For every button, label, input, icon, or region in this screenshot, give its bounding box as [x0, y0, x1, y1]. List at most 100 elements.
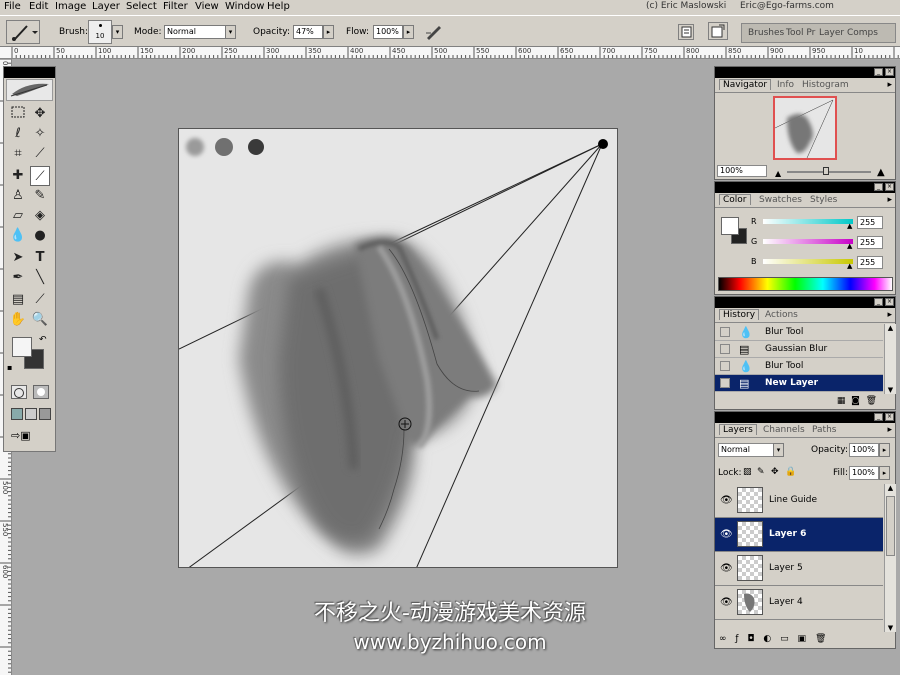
history-item-current[interactable]: ▤ New Layer	[715, 375, 883, 392]
tab-layers[interactable]: Layers	[719, 424, 757, 435]
color-title-bar[interactable]: _ ×	[715, 182, 895, 193]
visibility-eye-icon[interactable]: 👁	[720, 529, 733, 540]
slider-thumb-icon[interactable]: ▲	[847, 222, 852, 230]
zoom-in-icon[interactable]: ▲	[877, 167, 885, 178]
lasso-tool-icon[interactable]: ℓ	[8, 124, 28, 144]
brush-dropdown-icon[interactable]: ▾	[112, 25, 123, 39]
channel-slider[interactable]	[763, 239, 853, 244]
well-tab-brushes[interactable]: Brushes	[748, 28, 784, 38]
fill-field[interactable]: 100%	[849, 466, 879, 480]
history-source-checkbox[interactable]	[720, 361, 730, 371]
tab-info[interactable]: Info	[777, 80, 794, 90]
opacity-slider-icon[interactable]: ▸	[323, 25, 334, 39]
magic-wand-tool-icon[interactable]: ✧	[30, 124, 50, 144]
mode-dropdown-icon[interactable]: ▾	[225, 25, 236, 39]
layer-row[interactable]: 👁 Layer 5	[715, 552, 883, 586]
history-brush-tool-icon[interactable]: ✎	[30, 186, 50, 206]
jump-to-imageready-icon[interactable]: ⇨▣	[11, 429, 47, 445]
marquee-tool-icon[interactable]	[8, 104, 28, 124]
close-icon[interactable]: ×	[885, 298, 894, 306]
close-icon[interactable]: ×	[885, 68, 894, 76]
menu-edit[interactable]: Edit	[29, 1, 48, 12]
layer-row-selected[interactable]: 👁 Layer 6	[715, 518, 883, 552]
lock-position-icon[interactable]: ✥	[771, 467, 779, 477]
toolbox-title-bar[interactable]	[4, 67, 55, 78]
history-source-checkbox[interactable]	[720, 327, 730, 337]
layer-row[interactable]: 👁 Line Guide	[715, 484, 883, 518]
channel-slider[interactable]	[763, 259, 853, 264]
layer-opacity-slider-icon[interactable]: ▸	[879, 443, 890, 457]
zoom-out-icon[interactable]: ▲	[775, 169, 781, 178]
channel-value-field[interactable]: 255	[857, 216, 883, 229]
slice-tool-icon[interactable]: ⟋	[30, 144, 50, 164]
zoom-tool-icon[interactable]: 🔍	[30, 310, 50, 330]
history-scrollbar[interactable]: ▲ ▼	[884, 324, 896, 394]
slider-thumb-icon[interactable]: ▲	[847, 242, 852, 250]
minimize-icon[interactable]: _	[874, 298, 883, 306]
clone-stamp-tool-icon[interactable]: ♙	[8, 186, 28, 206]
standard-mode-icon[interactable]	[11, 385, 27, 399]
tab-actions[interactable]: Actions	[765, 310, 798, 320]
minimize-icon[interactable]: _	[874, 183, 883, 191]
swap-colors-icon[interactable]: ↶	[39, 335, 47, 345]
lock-transparency-icon[interactable]: ▨	[743, 467, 752, 477]
menu-layer[interactable]: Layer	[92, 1, 120, 12]
history-item[interactable]: 💧 Blur Tool	[715, 358, 883, 375]
menu-select[interactable]: Select	[126, 1, 157, 12]
tab-navigator[interactable]: Navigator	[719, 79, 772, 90]
blend-mode-dropdown-icon[interactable]: ▾	[773, 443, 784, 457]
menu-filter[interactable]: Filter	[163, 1, 188, 12]
tab-history[interactable]: History	[719, 309, 760, 320]
screen-mode-standard-icon[interactable]	[11, 408, 23, 420]
default-colors-icon[interactable]: ▪	[7, 363, 12, 372]
eyedropper-tool-icon[interactable]: ⟋	[30, 290, 50, 310]
color-spectrum-bar[interactable]	[718, 277, 893, 291]
well-tab-tool-presets[interactable]: Tool Pr	[786, 28, 815, 38]
quick-mask-icon[interactable]	[33, 385, 49, 399]
visibility-eye-icon[interactable]: 👁	[720, 495, 733, 506]
hand-tool-icon[interactable]: ✋	[8, 310, 28, 330]
blur-tool-icon[interactable]: 💧	[8, 226, 28, 246]
type-tool-icon[interactable]: T	[30, 248, 50, 268]
tool-preset-picker[interactable]	[6, 20, 40, 44]
tab-styles[interactable]: Styles	[810, 195, 837, 205]
lock-image-icon[interactable]: ✎	[757, 467, 765, 477]
flow-field[interactable]: 100%	[373, 25, 403, 39]
scroll-down-icon[interactable]: ▼	[885, 386, 896, 394]
panel-menu-icon[interactable]: ▸	[887, 425, 892, 435]
lock-all-icon[interactable]: 🔒	[785, 467, 796, 477]
close-icon[interactable]: ×	[885, 183, 894, 191]
paint-bucket-tool-icon[interactable]: ◈	[30, 206, 50, 226]
feather-logo-icon[interactable]	[6, 79, 53, 101]
visibility-eye-icon[interactable]: 👁	[720, 563, 733, 574]
minimize-icon[interactable]: _	[874, 68, 883, 76]
history-source-checkbox[interactable]	[720, 378, 730, 388]
history-title-bar[interactable]: _ ×	[715, 297, 895, 308]
tab-swatches[interactable]: Swatches	[759, 195, 802, 205]
history-item[interactable]: 💧 Blur Tool	[715, 324, 883, 341]
path-selection-tool-icon[interactable]: ➤	[8, 248, 28, 268]
new-snapshot-icon[interactable]: ◙	[851, 396, 860, 406]
panel-menu-icon[interactable]: ▸	[887, 80, 892, 90]
airbrush-icon[interactable]	[424, 23, 444, 41]
palette-well-icon[interactable]	[708, 22, 728, 40]
menu-window[interactable]: Window	[225, 1, 264, 12]
line-tool-icon[interactable]: ╲	[30, 268, 50, 288]
channel-value-field[interactable]: 255	[857, 236, 883, 249]
notes-tool-icon[interactable]: ▤	[8, 290, 28, 310]
panel-menu-icon[interactable]: ▸	[887, 195, 892, 205]
well-tab-layer-comps[interactable]: Layer Comps	[819, 28, 878, 38]
layer-opacity-field[interactable]: 100%	[849, 443, 879, 457]
dodge-tool-icon[interactable]: ●	[30, 226, 50, 246]
tab-histogram[interactable]: Histogram	[802, 80, 849, 90]
opacity-field[interactable]: 47%	[293, 25, 323, 39]
navigator-preview[interactable]	[773, 96, 837, 160]
color-fg-swatch[interactable]	[721, 217, 739, 235]
tab-color[interactable]: Color	[719, 194, 751, 205]
scroll-thumb[interactable]	[886, 496, 895, 556]
navigator-zoom-field[interactable]: 100%	[717, 165, 767, 177]
screen-mode-full-icon[interactable]	[39, 408, 51, 420]
history-source-checkbox[interactable]	[720, 344, 730, 354]
panel-menu-icon[interactable]: ▸	[887, 310, 892, 320]
scroll-up-icon[interactable]: ▲	[885, 484, 896, 492]
